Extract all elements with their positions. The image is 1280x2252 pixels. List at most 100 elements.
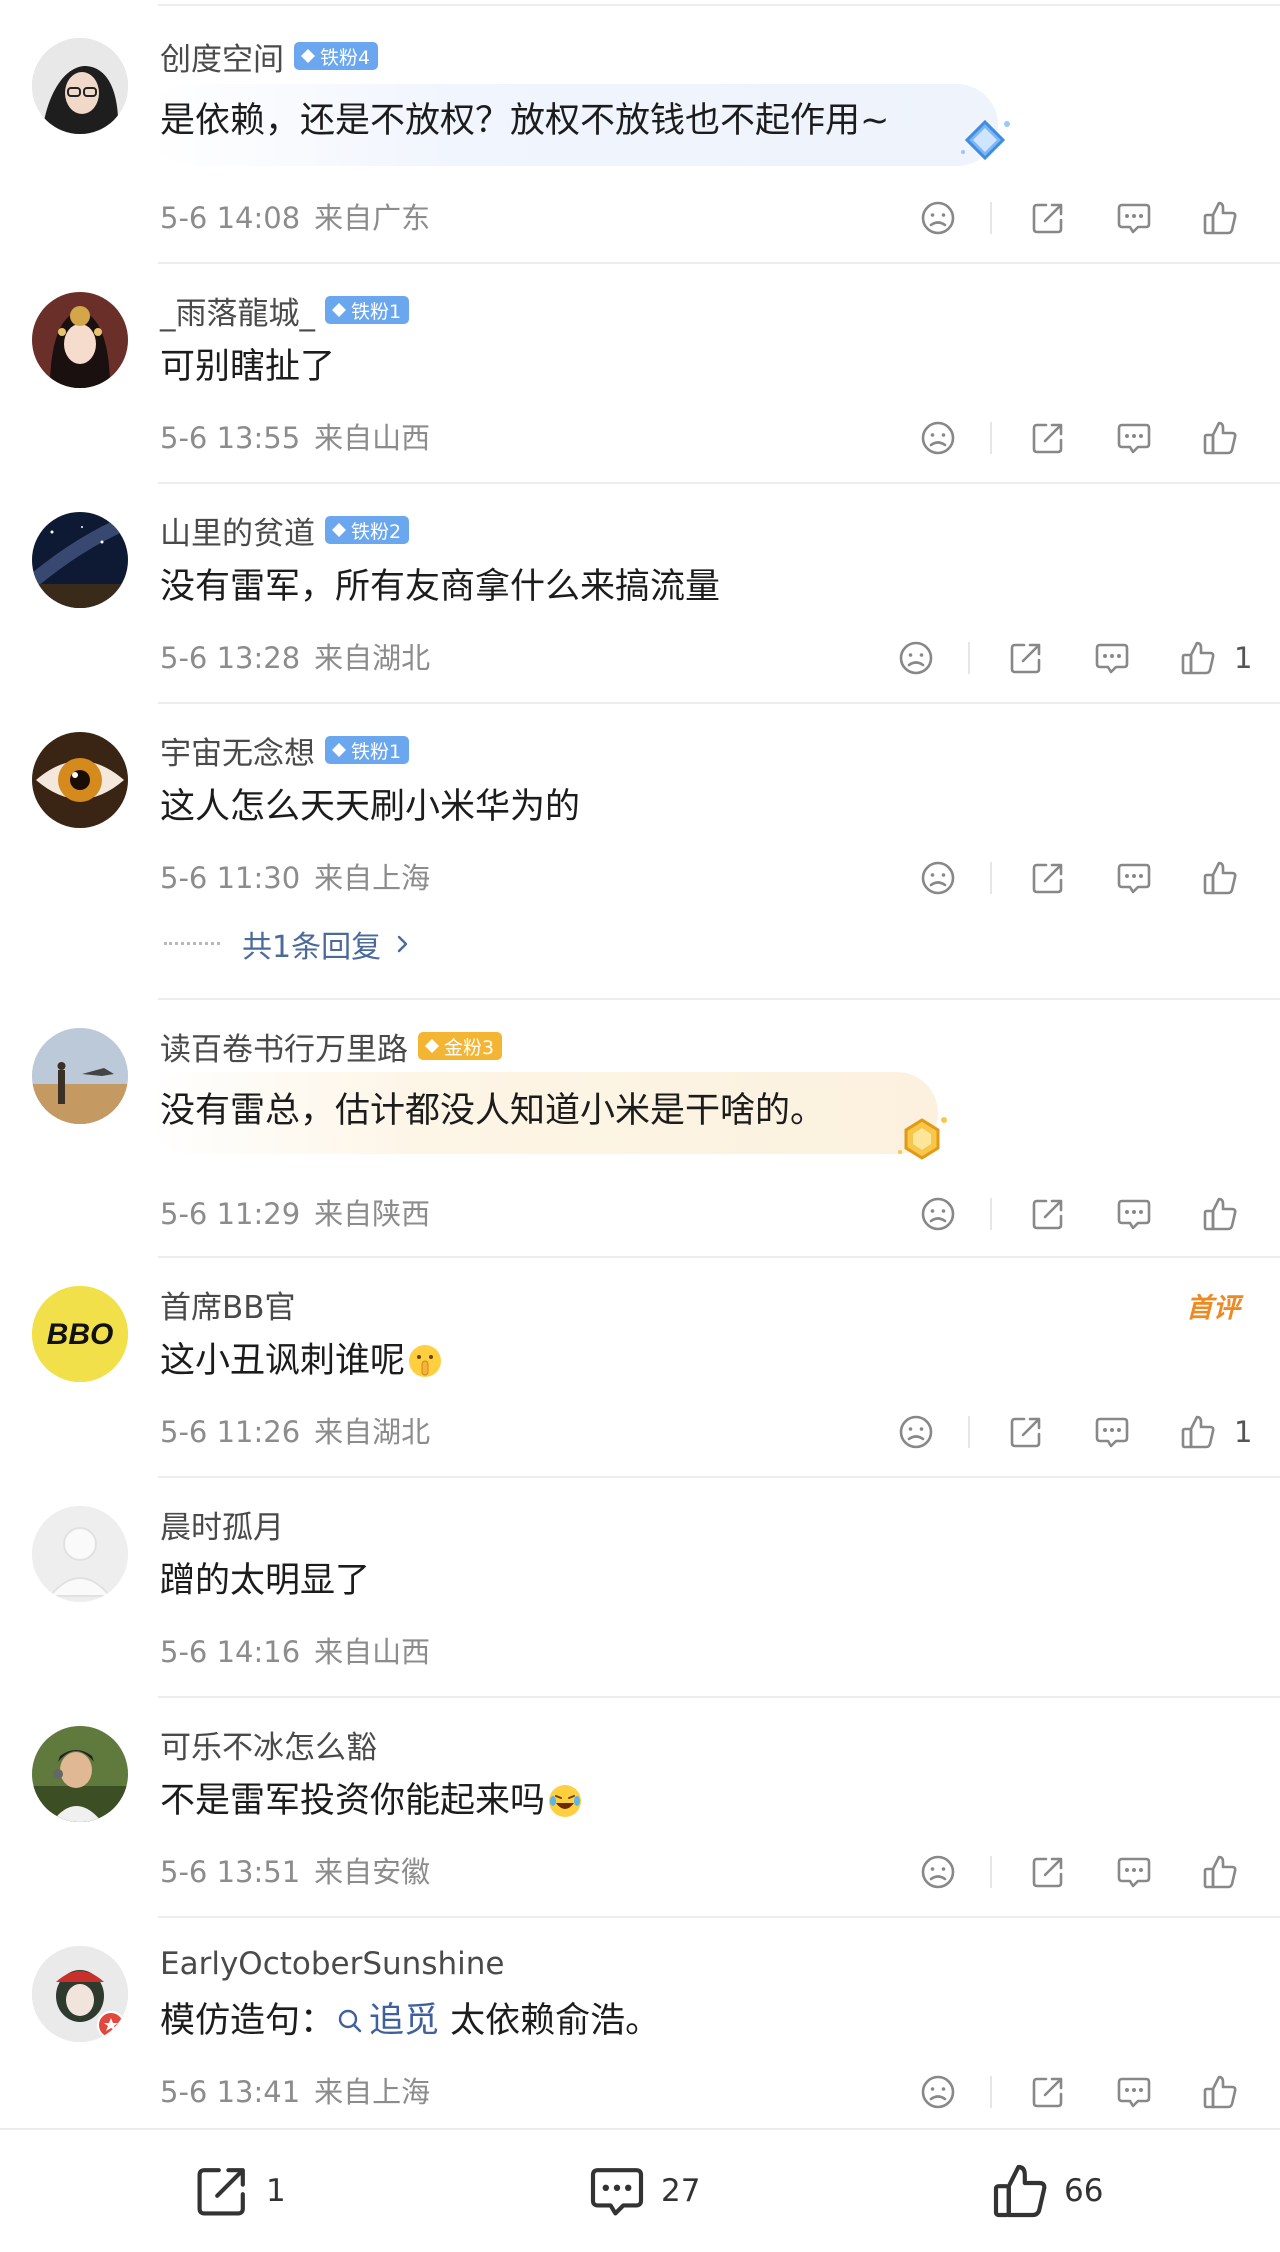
comment-icon [1095, 1417, 1129, 1448]
comment-text: 模仿造句： 追觅 太依赖俞浩。 [160, 1996, 660, 2046]
divider [158, 1476, 1280, 1478]
like-button[interactable] [1198, 1848, 1242, 1896]
share-icon [197, 2168, 245, 2216]
username[interactable]: 宇宙无念想 [160, 728, 315, 773]
fan-badge: 铁粉1 [325, 736, 410, 764]
reply-count: 共1条回复 [242, 930, 382, 965]
share-button[interactable] [1004, 1408, 1048, 1456]
like-post-button[interactable]: 66 [988, 2130, 1103, 2252]
avatar[interactable] [32, 1506, 128, 1602]
username[interactable]: 晨时孤月 [160, 1502, 284, 1547]
username[interactable]: 读百卷书行万里路 [160, 1024, 408, 1069]
username[interactable]: _雨落龍城_ [160, 288, 315, 333]
name-row: 创度空间 铁粉4 [160, 34, 379, 79]
comment-post-button[interactable]: 27 [585, 2130, 700, 2252]
action-separator [990, 202, 992, 234]
comment-text: 这人怎么天天刷小米华为的 [160, 787, 581, 827]
share-icon [1032, 423, 1063, 454]
topic-link[interactable]: 追觅 [335, 1996, 439, 2046]
avatar[interactable] [32, 1726, 128, 1822]
dislike-button[interactable] [916, 2068, 960, 2116]
username[interactable]: 山里的贫道 [160, 508, 315, 553]
reply-button[interactable] [1112, 194, 1156, 242]
share-button[interactable] [1004, 634, 1048, 682]
like-icon [1203, 1197, 1237, 1231]
dislike-button[interactable] [894, 634, 938, 682]
share-button[interactable] [1026, 194, 1070, 242]
dislike-button[interactable] [894, 1408, 938, 1456]
comment-icon [1117, 423, 1151, 454]
gold-gem-icon [898, 1117, 947, 1160]
comment-item: 晨时孤月 蹭的太明显了 5-6 14:16 来自山西 [0, 1476, 1280, 1696]
comment-icon [1117, 2077, 1151, 2108]
like-button[interactable] [1176, 1408, 1220, 1456]
like-button[interactable] [1176, 634, 1220, 682]
divider [158, 262, 1280, 264]
reply-button[interactable] [1112, 1848, 1156, 1896]
share-post-button[interactable]: 1 [190, 2130, 286, 2252]
badge-label: 铁粉4 [320, 46, 371, 69]
topic-label: 追觅 [369, 2001, 440, 2041]
dislike-icon [921, 1855, 955, 1889]
username[interactable]: 创度空间 [160, 34, 284, 79]
avatar[interactable]: BBO [32, 1286, 128, 1382]
name-row: 晨时孤月 [160, 1502, 284, 1546]
like-button[interactable] [1198, 854, 1242, 902]
name-row: EarlyOctoberSunshine [160, 1942, 504, 1986]
view-replies-link[interactable]: 共1条回复 [160, 924, 413, 965]
comment-item: 创度空间 铁粉4 是依赖，还是不放权？放权不放钱也不起作用~ 5-6 14:08… [0, 0, 1280, 262]
share-button[interactable] [1026, 2068, 1070, 2116]
comment-location: 来自山西 [314, 1635, 431, 1669]
like-icon [1181, 641, 1215, 675]
dislike-button[interactable] [916, 854, 960, 902]
share-button[interactable] [1026, 414, 1070, 462]
comment-text-content: 不是雷军投资你能起来吗 [160, 1781, 546, 1821]
reply-button[interactable] [1090, 634, 1134, 682]
name-row: 可乐不冰怎么豁 [160, 1722, 377, 1766]
first-comment-badge: 首评 [1186, 1293, 1240, 1324]
avatar[interactable] [32, 292, 128, 388]
badge-label: 铁粉2 [351, 520, 402, 543]
reply-button[interactable] [1090, 1408, 1134, 1456]
like-button[interactable] [1198, 2068, 1242, 2116]
avatar[interactable] [32, 732, 128, 828]
share-button[interactable] [1026, 1190, 1070, 1238]
bottom-action-bar: 1 27 66 [0, 2128, 1280, 2252]
comment-text: 没有雷总，估计都没人知道小米是干啥的。 [160, 1091, 826, 1131]
comment-icon [1117, 1857, 1151, 1888]
comment-meta: 5-6 14:16 来自山西 [160, 1632, 430, 1672]
like-button[interactable] [1198, 194, 1242, 242]
action-separator [990, 2076, 992, 2108]
dislike-button[interactable] [916, 1190, 960, 1238]
avatar[interactable] [32, 1028, 128, 1124]
reply-button[interactable] [1112, 1190, 1156, 1238]
reply-button[interactable] [1112, 414, 1156, 462]
share-icon [1032, 2077, 1063, 2108]
name-row: _雨落龍城_ 铁粉1 [160, 288, 410, 333]
comment-actions [0, 1190, 1280, 1238]
username[interactable]: 首席BB官 [160, 1282, 296, 1327]
dislike-button[interactable] [916, 194, 960, 242]
dislike-button[interactable] [916, 1848, 960, 1896]
username[interactable]: EarlyOctoberSunshine [160, 1946, 504, 1982]
name-row: 山里的贫道 铁粉2 [160, 508, 410, 553]
divider [158, 482, 1280, 484]
share-button[interactable] [1026, 1848, 1070, 1896]
username[interactable]: 可乐不冰怎么豁 [160, 1722, 377, 1767]
comment-item: EarlyOctoberSunshine 模仿造句： 追觅 太依赖俞浩。 5-6… [0, 1916, 1280, 2128]
reply-button[interactable] [1112, 854, 1156, 902]
avatar[interactable] [32, 1946, 128, 2042]
comment-actions [0, 1848, 1280, 1896]
comment-time: 5-6 14:16 [160, 1635, 301, 1669]
like-button[interactable] [1198, 414, 1242, 462]
like-button[interactable] [1198, 1190, 1242, 1238]
reply-button[interactable] [1112, 2068, 1156, 2116]
share-button[interactable] [1026, 854, 1070, 902]
dislike-button[interactable] [916, 414, 960, 462]
avatar[interactable] [32, 512, 128, 608]
comment-text: 可别瞎扯了 [160, 347, 336, 387]
action-separator [990, 862, 992, 894]
avatar[interactable] [32, 38, 128, 134]
divider [158, 998, 1280, 1000]
chevron-right-icon [397, 935, 408, 953]
